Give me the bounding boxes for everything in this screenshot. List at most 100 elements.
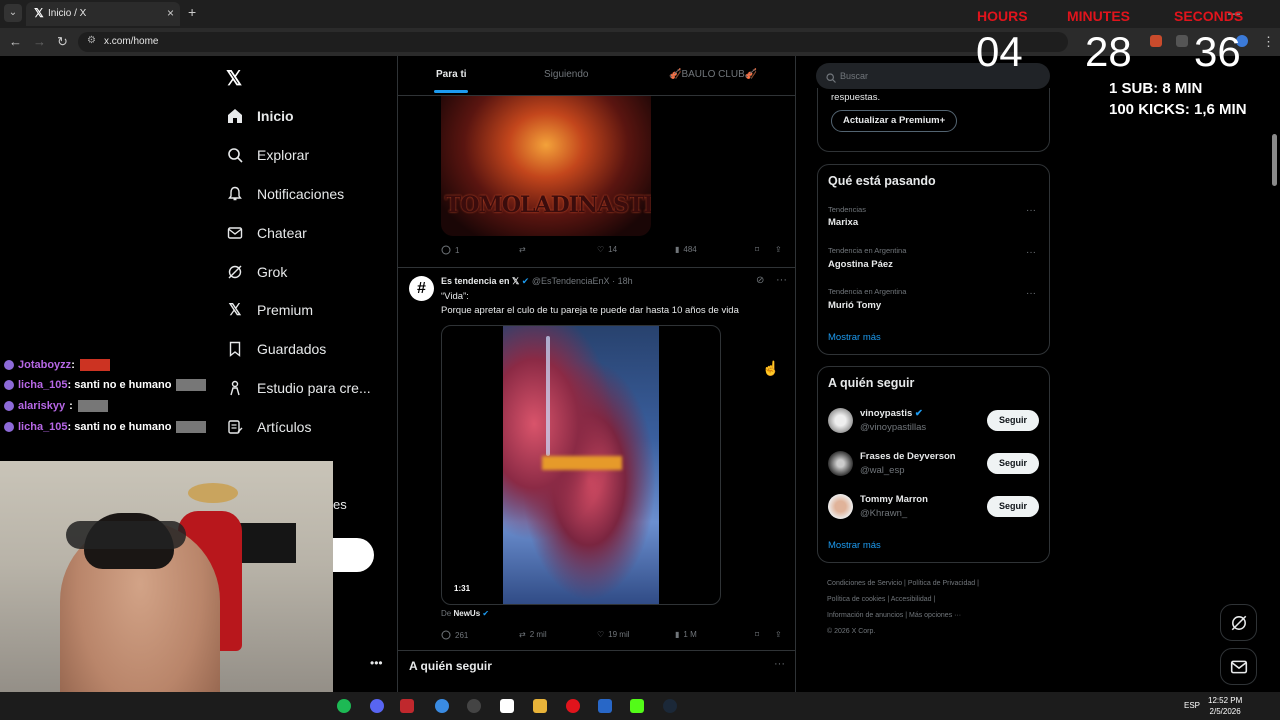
system-clock[interactable]: 12:52 PM 2/5/2026	[1208, 695, 1242, 717]
like-button[interactable]: ♡ 19 mil	[597, 630, 630, 639]
footer-link[interactable]: Política de cookies	[827, 596, 885, 603]
reply-button[interactable]: 261	[441, 630, 468, 640]
nav-item-articles[interactable]: Artículos	[226, 414, 311, 440]
trend-more-icon[interactable]: ···	[1026, 247, 1036, 258]
footer-link[interactable]: Información de anuncios	[827, 612, 903, 619]
grok-fab[interactable]	[1220, 604, 1257, 641]
post-author-handle[interactable]: @EsTendenciaEnX	[532, 276, 610, 286]
steam-icon[interactable]	[663, 699, 677, 713]
scrollbar-thumb[interactable]	[1272, 134, 1277, 186]
chat-badge-icon	[4, 422, 14, 432]
nav-item-notifications[interactable]: Notificaciones	[226, 181, 344, 207]
footer-link[interactable]: Política de Privacidad	[908, 580, 975, 587]
post-video[interactable]: 1:31	[441, 325, 721, 605]
reply-button[interactable]: 1	[441, 245, 459, 255]
opera-icon[interactable]	[566, 699, 580, 713]
nav-item-grok[interactable]: Grok	[226, 259, 287, 285]
extensions-puzzle-icon[interactable]	[1176, 35, 1188, 47]
avatar[interactable]	[828, 451, 853, 476]
clock-time: 12:52 PM	[1208, 696, 1243, 705]
trend-name[interactable]: Murió Tomy	[828, 300, 881, 311]
account-more-icon[interactable]: •••	[370, 656, 383, 670]
follow-name[interactable]: Frases de Deyverson	[860, 451, 956, 462]
app-icon[interactable]	[598, 699, 612, 713]
post-image[interactable]: TOMOLADINASTIA	[441, 96, 651, 236]
nav-item-bookmarks[interactable]: Guardados	[226, 336, 326, 362]
site-info-icon[interactable]: ⚙	[87, 35, 96, 46]
nav-item-home[interactable]: Inicio	[226, 103, 294, 129]
post-button[interactable]	[333, 538, 374, 572]
chart-icon: ▮	[675, 245, 680, 254]
tab-baulo-club[interactable]: 🎻BAULO CLUB🎻	[669, 69, 757, 80]
avatar[interactable]	[828, 494, 853, 519]
reload-icon[interactable]: ↻	[57, 34, 68, 50]
app-icon[interactable]	[400, 699, 414, 713]
screen: ⌄ 𝕏 Inicio / X × + — ← → ↻ ⚙ x.com/home …	[0, 0, 1280, 720]
follow-name[interactable]: vinoypastis ✔	[860, 408, 923, 419]
avatar[interactable]	[828, 408, 853, 433]
follow-name[interactable]: Tommy Marron	[860, 494, 928, 505]
footer-link[interactable]: Más opciones ···	[909, 612, 961, 619]
nav-item-creator-studio[interactable]: Estudio para cre...	[226, 375, 371, 401]
trend-more-icon[interactable]: ···	[1026, 205, 1036, 216]
tab-for-you[interactable]: Para ti	[436, 69, 467, 80]
repost-icon[interactable]: ⇄	[519, 245, 526, 254]
nav-item-chat[interactable]: Chatear	[226, 220, 307, 246]
share-icon[interactable]: ⇪	[775, 245, 782, 254]
post-avatar[interactable]: #	[409, 276, 434, 301]
footer-link[interactable]: Condiciones de Servicio	[827, 580, 902, 587]
like-count: 19 mil	[608, 630, 630, 639]
file-explorer-icon[interactable]	[533, 699, 547, 713]
x-logo-icon[interactable]: 𝕏	[226, 66, 242, 91]
censor-bar	[542, 456, 622, 470]
views-button[interactable]: ▮ 484	[675, 245, 697, 254]
browser-tab[interactable]: 𝕏 Inicio / X ×	[26, 2, 180, 26]
trend-name[interactable]: Marixa	[828, 217, 858, 228]
show-more-link[interactable]: Mostrar más	[828, 540, 881, 551]
views-button[interactable]: ▮ 1 M	[675, 630, 697, 639]
nav-item-premium[interactable]: 𝕏 Premium	[226, 297, 313, 323]
follow-button[interactable]: Seguir	[987, 410, 1039, 431]
source-account[interactable]: NewUs	[453, 609, 480, 618]
address-bar[interactable]: ⚙ x.com/home	[78, 32, 1068, 52]
trend-more-icon[interactable]: ···	[1026, 288, 1036, 299]
kick-icon[interactable]	[630, 699, 644, 713]
share-icon[interactable]: ⇪	[775, 630, 782, 639]
spotify-icon[interactable]	[337, 699, 351, 713]
back-icon[interactable]: ←	[9, 34, 22, 49]
nav-label: Artículos	[257, 419, 312, 435]
follow-handle: @Khrawn_	[860, 508, 908, 519]
tab-search-button[interactable]: ⌄	[4, 4, 22, 22]
show-more-link[interactable]: Mostrar más	[828, 332, 881, 343]
obs-icon[interactable]	[467, 699, 481, 713]
more-icon[interactable]: ···	[776, 274, 787, 286]
discord-icon[interactable]	[370, 699, 384, 713]
follow-button[interactable]: Seguir	[987, 496, 1039, 517]
upgrade-premium-button[interactable]: Actualizar a Premium+	[831, 110, 958, 132]
new-tab-icon[interactable]: +	[188, 4, 196, 20]
trends-card: Qué está pasando Tendencias Marixa ··· T…	[817, 164, 1050, 355]
like-button[interactable]: ♡ 14	[597, 245, 617, 254]
tab-close-icon[interactable]: ×	[167, 6, 174, 20]
timer-seconds: 36	[1194, 28, 1241, 75]
chrome-icon[interactable]	[435, 699, 449, 713]
trend-name[interactable]: Agostina Páez	[828, 259, 893, 270]
browser-menu-icon[interactable]: ⋮	[1262, 34, 1275, 50]
bookmark-icon[interactable]: ⌑	[755, 245, 759, 254]
nav-label: Chatear	[257, 225, 307, 241]
post-author-name[interactable]: Es tendencia en 𝕏	[441, 276, 519, 286]
bookmark-icon[interactable]: ⌑	[755, 630, 759, 639]
capcut-icon[interactable]	[500, 699, 514, 713]
footer-link[interactable]: Accesibilidad	[891, 596, 932, 603]
forward-icon[interactable]: →	[33, 34, 46, 49]
repost-button[interactable]: ⇄ 2 mil	[519, 630, 547, 639]
messages-fab[interactable]	[1220, 648, 1257, 685]
post-time[interactable]: 18h	[618, 276, 633, 286]
nav-item-explore[interactable]: Explorar	[226, 142, 309, 168]
grok-icon[interactable]: ⊘	[756, 275, 764, 286]
extension-icon[interactable]	[1150, 35, 1162, 47]
follow-button[interactable]: Seguir	[987, 453, 1039, 474]
tab-following[interactable]: Siguiendo	[544, 69, 588, 80]
more-icon[interactable]: ···	[774, 658, 785, 670]
keyboard-language[interactable]: ESP	[1184, 701, 1200, 710]
